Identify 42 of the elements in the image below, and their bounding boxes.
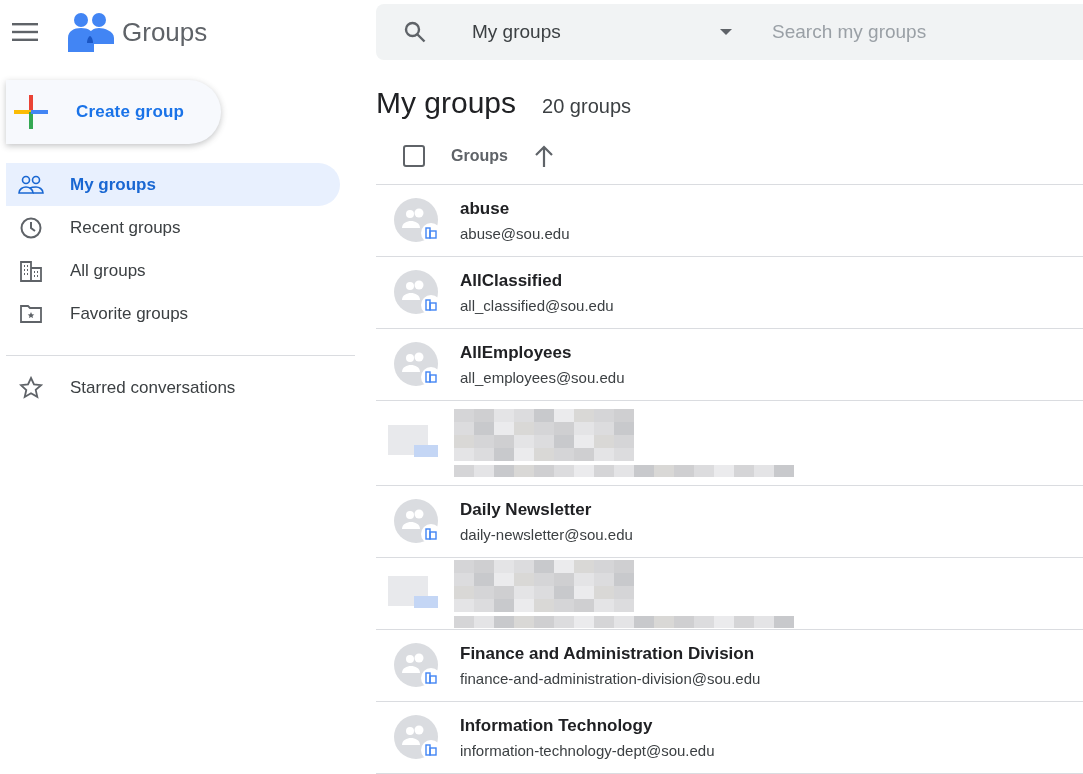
plus-icon xyxy=(14,95,48,129)
clock-icon xyxy=(19,215,43,240)
group-count: 20 groups xyxy=(542,95,632,119)
select-all-checkbox[interactable] xyxy=(403,144,425,167)
group-email: abuse@sou.edu xyxy=(460,225,570,242)
group-name: Daily Newsletter xyxy=(460,500,593,520)
nav-item[interactable]: Favorite groups xyxy=(6,292,340,335)
app-title: Groups xyxy=(122,16,208,48)
search-field[interactable]: Search my groups xyxy=(770,20,1083,45)
nav-item[interactable]: Starred conversations xyxy=(6,366,340,409)
star-icon xyxy=(19,376,43,399)
group-email: finance-and-administration-division@sou.edu xyxy=(460,670,761,687)
people-icon xyxy=(18,174,44,195)
folder-star-icon xyxy=(19,303,43,324)
search-icon[interactable] xyxy=(404,21,426,44)
group-email: daily-newsletter@sou.edu xyxy=(460,526,633,543)
page-title: My groups xyxy=(376,86,517,121)
group-email: all_employees@sou.edu xyxy=(460,369,625,386)
group-row[interactable]: Daily Newsletter daily-newsletter@sou.edu xyxy=(376,486,1083,558)
nav-item[interactable]: Recent groups xyxy=(6,206,340,249)
group-row[interactable]: abuse abuse@sou.edu xyxy=(376,185,1083,257)
group-row[interactable]: Information Technology information-technology-dept@sou.edu xyxy=(376,702,1083,774)
menu-icon[interactable] xyxy=(12,23,38,41)
scope-dropdown[interactable]: My groups xyxy=(472,21,732,44)
group-row[interactable]: Finance and Administration Division finance-and-administration-division@sou.edu xyxy=(376,630,1083,702)
dropdown-caret-icon xyxy=(720,29,732,36)
people-logo-icon xyxy=(68,12,114,52)
group-email: all_classified@sou.edu xyxy=(460,297,614,314)
group-row[interactable]: AllClassified all_classified@sou.edu xyxy=(376,257,1083,329)
group-name: Finance and Administration Division xyxy=(460,644,756,664)
group-name: AllEmployees xyxy=(460,343,573,363)
group-name: Information Technology xyxy=(460,716,654,736)
create-group-button[interactable]: Create group xyxy=(6,80,221,144)
group-row[interactable]: AllEmployees all_employees@sou.edu xyxy=(376,329,1083,401)
group-name: abuse xyxy=(460,199,511,219)
nav-item[interactable]: All groups xyxy=(6,249,340,292)
building-icon xyxy=(19,259,43,282)
sort-up-arrow-icon[interactable] xyxy=(533,144,554,167)
group-email: information-technology-dept@sou.edu xyxy=(460,742,715,759)
nav-item[interactable]: My groups xyxy=(6,163,340,206)
group-name: AllClassified xyxy=(460,271,564,291)
column-header[interactable]: Groups xyxy=(451,146,508,165)
